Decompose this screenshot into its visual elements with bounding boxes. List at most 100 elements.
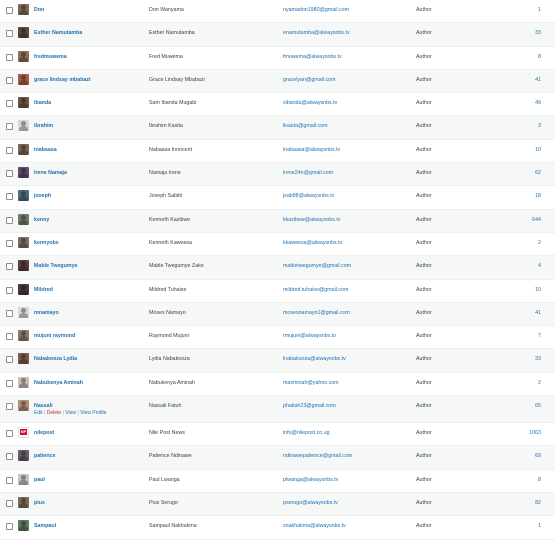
user-email-link[interactable]: jsab88@alwaysnbs.tv [283,193,334,199]
user-email-link[interactable]: rmujuni@alwaysnbs.tv [283,333,336,339]
user-posts-count-link[interactable]: 1 [538,7,541,13]
user-posts-count-link[interactable]: 41 [535,77,541,83]
view-link[interactable]: View [65,410,76,416]
user-email-link[interactable]: irene24n@gmail.com [283,170,333,176]
row-select-checkbox[interactable] [6,170,13,178]
row-select-checkbox[interactable] [6,76,13,84]
row-select-checkbox[interactable] [6,239,13,247]
username-link[interactable]: kennyobs [34,240,59,246]
username-link[interactable]: Don [34,7,44,13]
row-select-checkbox[interactable] [6,453,13,461]
user-posts-count-link[interactable]: 49 [535,100,541,106]
delete-link[interactable]: Delete [47,410,61,416]
user-posts-count-link[interactable]: 3 [538,123,541,129]
row-select-checkbox[interactable] [6,476,13,484]
user-email-link[interactable]: inabaasa@alwaysnbs.tv [283,147,340,153]
username-link[interactable]: fredmuwema [34,54,67,60]
username-link[interactable]: Nabukenya Aminah [34,380,83,386]
user-posts-count-link[interactable]: 4 [538,263,541,269]
row-select-checkbox[interactable] [6,499,13,507]
user-posts-count-link[interactable]: 2 [538,240,541,246]
row-select-checkbox[interactable] [6,523,13,531]
username-link[interactable]: paul [34,477,45,483]
user-posts-count-link[interactable]: 18 [535,193,541,199]
row-select-checkbox[interactable] [6,430,13,438]
row-select-checkbox[interactable] [6,7,13,14]
user-posts-count-link[interactable]: 33 [535,30,541,36]
user-email-link[interactable]: kkazibwe@alwaysnbs.tv [283,217,341,223]
username-link[interactable]: pius [34,500,45,506]
row-select-checkbox[interactable] [6,53,13,61]
row-select-checkbox[interactable] [6,30,13,38]
avatar [18,520,29,532]
user-email-link[interactable]: plwanga@alwaysnbs.tv [283,477,338,483]
row-select-checkbox[interactable] [6,100,13,108]
username-link[interactable]: patience [34,453,56,459]
user-posts-count-link[interactable]: 10 [535,147,541,153]
user-email-link[interactable]: maxminah@yahoo.com [283,380,339,386]
user-posts-count-link[interactable]: 1 [538,523,541,529]
user-posts-count-link[interactable]: 644 [532,217,541,223]
row-select-checkbox[interactable] [6,356,13,364]
row-select-checkbox[interactable] [6,216,13,224]
user-email-link[interactable]: enamutamba@alwaysnbs.tv [283,30,350,36]
username-link[interactable]: ibanda [34,100,51,106]
row-select-checkbox[interactable] [6,123,13,131]
user-posts-count-link[interactable]: 65 [535,403,541,409]
user-posts-count-link[interactable]: 41 [535,310,541,316]
username-link[interactable]: mnamayo [34,310,59,316]
row-select-checkbox[interactable] [6,286,13,294]
username-link[interactable]: Irene Namaja [34,170,67,176]
user-role: Author [416,123,432,130]
row-select-checkbox[interactable] [6,309,13,317]
username-link[interactable]: mujuni raymond [34,333,75,339]
username-link[interactable]: Sampaul [34,523,56,529]
user-posts-count-link[interactable]: 7 [538,333,541,339]
user-email-link[interactable]: nyamadon1980@gmail.com [283,7,349,13]
row-select-checkbox[interactable] [6,146,13,154]
user-email-link[interactable]: ndinawepatience@gmail.com [283,453,352,459]
user-email-link[interactable]: fmuwema@alwaysnbs.tv [283,54,342,60]
username-link[interactable]: Mable Twegumye [34,263,77,269]
user-role: Author [416,53,432,60]
username-link[interactable]: Nassali [34,403,53,409]
user-email-link[interactable]: gracelyan@gmail.com [283,77,335,83]
user-posts-count-link[interactable]: 33 [535,356,541,362]
row-select-checkbox[interactable] [6,379,13,387]
view-profile-link[interactable]: View Profile [80,410,106,416]
user-posts-count-link[interactable]: 8 [538,477,541,483]
user-email-link[interactable]: kkaweesa@alwaysnbs.tv [283,240,342,246]
row-select-checkbox[interactable] [6,403,13,411]
user-email-link[interactable]: mabletwegumye@gmail.com [283,263,351,269]
user-posts-count-link[interactable]: 69 [535,453,541,459]
username-link[interactable]: ibrahim [34,123,53,129]
user-email-link[interactable]: sibanda@alwaysnbs.tv [283,100,337,106]
row-select-checkbox[interactable] [6,193,13,201]
username-link[interactable]: Nabakooza Lydia [34,356,77,362]
user-email-link[interactable]: mosesnamayo1@gmail.com [283,310,350,316]
user-email-link[interactable]: ikasita@gmail.com [283,123,328,129]
user-posts-count-link[interactable]: 8 [538,54,541,60]
username-link[interactable]: kenny [34,217,49,223]
user-posts-count-link[interactable]: 82 [535,500,541,506]
user-email-link[interactable]: snakhakma@alwaysnbs.tv [283,523,346,529]
user-posts-count-link[interactable]: 2 [538,380,541,386]
edit-link[interactable]: Edit [34,410,43,416]
row-select-checkbox[interactable] [6,333,13,341]
username-link[interactable]: joseph [34,193,51,199]
username-link[interactable]: nilepost [34,430,54,436]
username-link[interactable]: Esther Namutamba [34,30,82,36]
username-link[interactable]: Mildred [34,287,53,293]
user-posts-count-link[interactable]: 1063 [529,430,541,436]
row-select-checkbox[interactable] [6,263,13,271]
user-posts-count-link[interactable]: 10 [535,287,541,293]
user-posts-count-link[interactable]: 62 [535,170,541,176]
username-link[interactable]: inabaasa [34,147,57,153]
user-email-link[interactable]: phatiah23@gmail.com [283,403,336,409]
user-email-link[interactable]: mildred.tuhaise@gmail.com [283,287,348,293]
user-full-name: Joseph Sabiiti [149,193,182,200]
user-email-link[interactable]: lnabakooza@alwaysnbs.tv [283,356,346,362]
username-link[interactable]: grace lindsay mbabazi [34,77,91,83]
user-email-link[interactable]: info@nilepost.co.ug [283,430,330,436]
user-email-link[interactable]: pserugo@alwaysnbs.tv [283,500,338,506]
